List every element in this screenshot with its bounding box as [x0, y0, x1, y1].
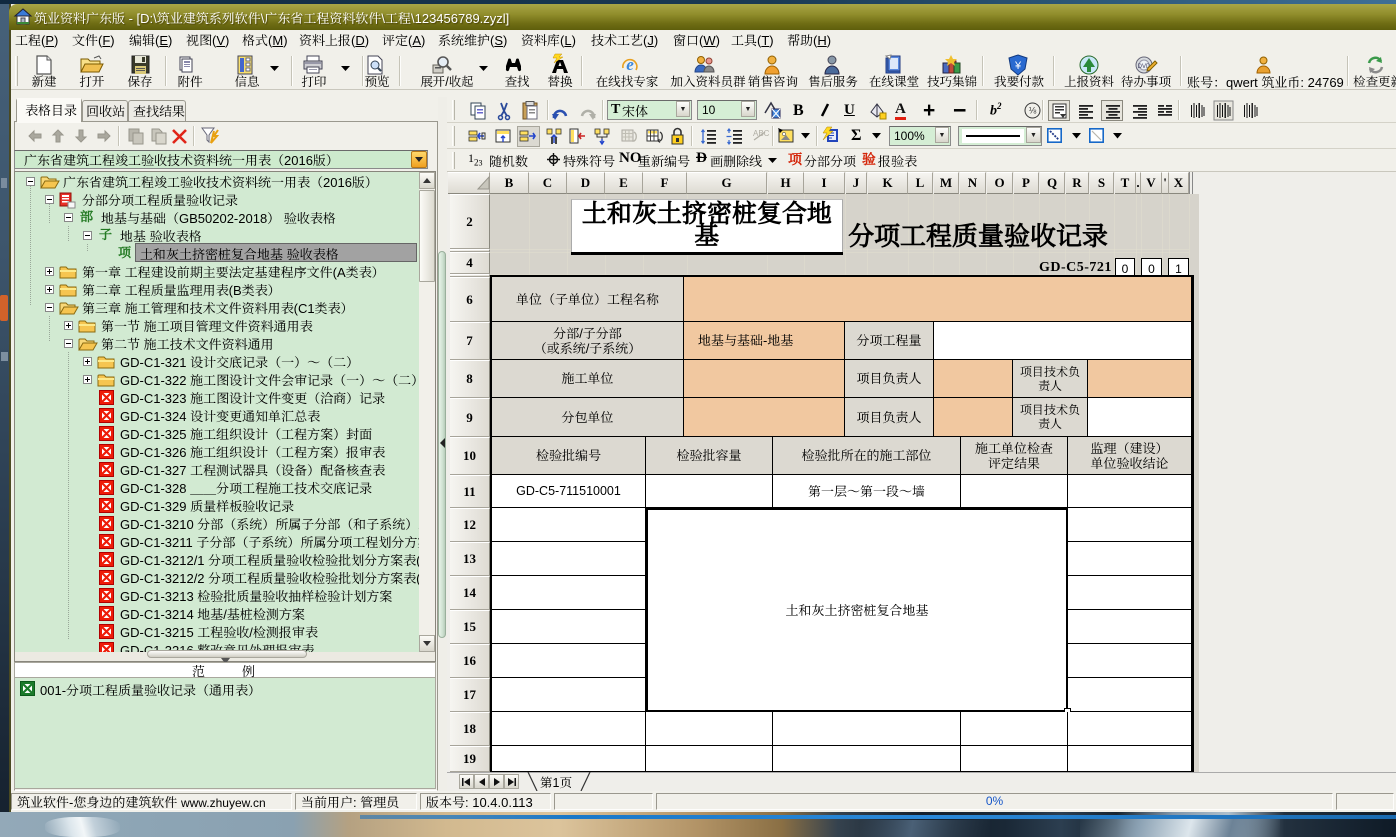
- svg-text:ABC: ABC: [753, 129, 770, 138]
- svg-text:⅛: ⅛: [1029, 106, 1037, 116]
- svg-text:¥: ¥: [1014, 60, 1022, 72]
